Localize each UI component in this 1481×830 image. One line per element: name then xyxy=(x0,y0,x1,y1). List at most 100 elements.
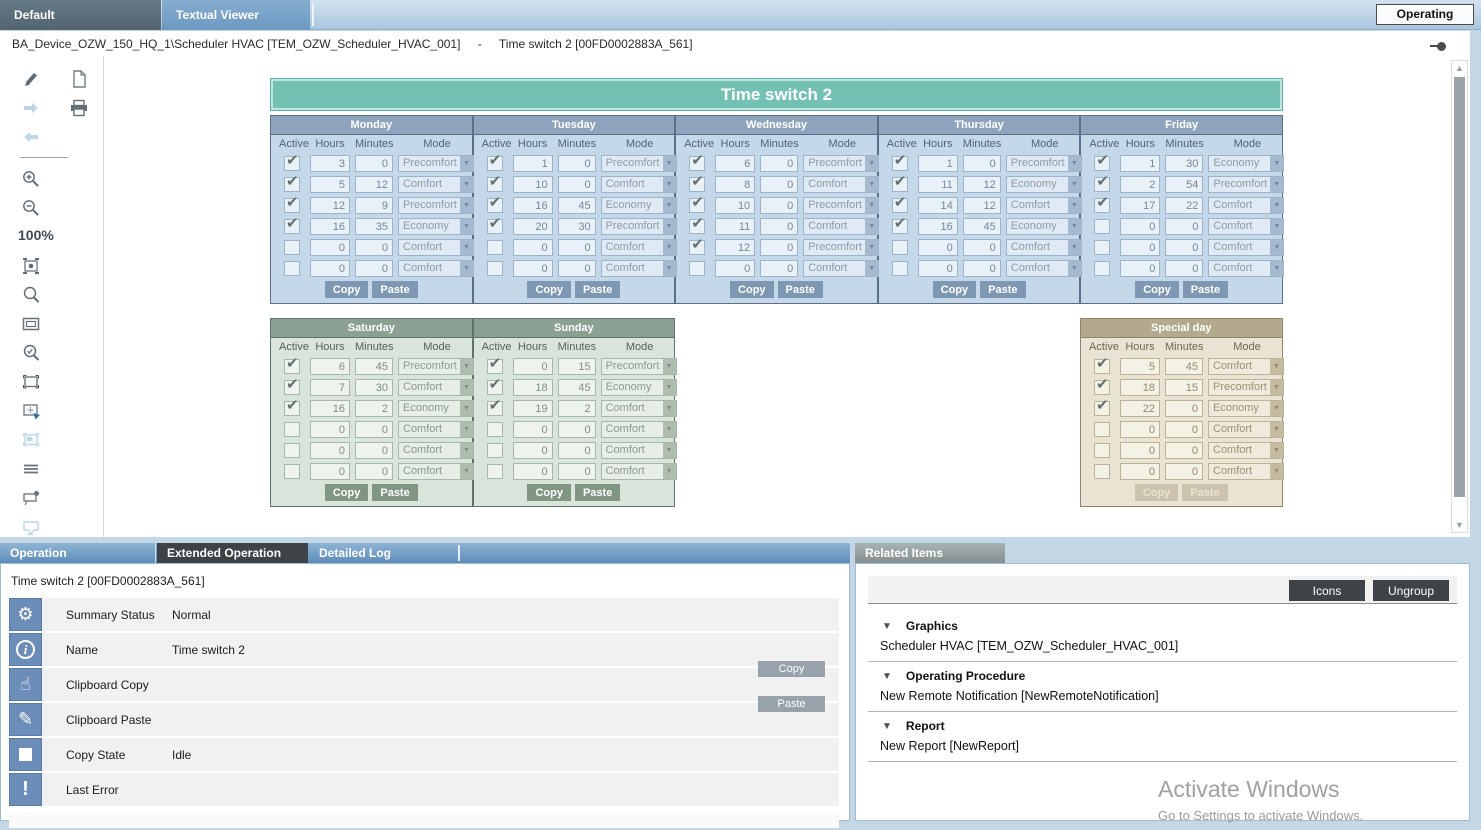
active-checkbox[interactable]: ✔ xyxy=(487,156,503,171)
hours-input[interactable] xyxy=(310,421,350,438)
section-header[interactable]: ▼ Report xyxy=(868,712,1457,738)
related-item-link[interactable]: New Remote Notification [NewRemoteNotifi… xyxy=(868,688,1457,712)
hours-input[interactable] xyxy=(918,176,958,193)
hours-input[interactable] xyxy=(513,239,553,256)
print-icon[interactable] xyxy=(68,97,90,119)
active-checkbox[interactable]: ✔ xyxy=(284,359,300,374)
active-checkbox[interactable]: ✔ xyxy=(1094,240,1110,255)
minutes-input[interactable] xyxy=(558,239,596,256)
active-checkbox[interactable]: ✔ xyxy=(1094,443,1110,458)
hours-input[interactable] xyxy=(1120,379,1160,396)
active-checkbox[interactable]: ✔ xyxy=(689,156,705,171)
active-checkbox[interactable]: ✔ xyxy=(689,261,705,276)
hours-input[interactable] xyxy=(513,400,553,417)
paste-button[interactable]: Paste xyxy=(778,281,823,298)
active-checkbox[interactable]: ✔ xyxy=(284,422,300,437)
copy-button[interactable]: Copy xyxy=(730,281,774,298)
active-checkbox[interactable]: ✔ xyxy=(284,380,300,395)
hours-input[interactable] xyxy=(513,218,553,235)
minutes-input[interactable] xyxy=(558,442,596,459)
minutes-input[interactable] xyxy=(558,197,596,214)
hours-input[interactable] xyxy=(918,239,958,256)
active-checkbox[interactable]: ✔ xyxy=(689,240,705,255)
mode-select[interactable]: Comfort ▼ xyxy=(803,218,879,235)
mode-select[interactable]: Comfort ▼ xyxy=(1208,358,1284,375)
hours-input[interactable] xyxy=(513,358,553,375)
minutes-input[interactable] xyxy=(963,260,1001,277)
zoom-out-icon[interactable] xyxy=(20,197,42,219)
mode-select[interactable]: Precomfort ▼ xyxy=(601,358,677,375)
active-checkbox[interactable]: ✔ xyxy=(284,156,300,171)
scroll-down-icon[interactable]: ▼ xyxy=(1452,518,1467,532)
tab-default[interactable]: Default xyxy=(0,0,161,30)
tab-operation[interactable]: Operation xyxy=(0,543,156,563)
mode-select[interactable]: Precomfort ▼ xyxy=(398,155,474,172)
paste-action-button[interactable]: Paste xyxy=(758,696,825,712)
mode-select[interactable]: Comfort ▼ xyxy=(1006,239,1082,256)
hours-input[interactable] xyxy=(1120,239,1160,256)
active-checkbox[interactable]: ✔ xyxy=(487,261,503,276)
related-item-link[interactable]: Scheduler HVAC [TEM_OZW_Scheduler_HVAC_0… xyxy=(868,638,1457,662)
mode-select[interactable]: Comfort ▼ xyxy=(601,260,677,277)
mode-select[interactable]: Economy ▼ xyxy=(1006,218,1082,235)
section-header[interactable]: ▼ Graphics xyxy=(868,612,1457,638)
minutes-input[interactable] xyxy=(558,358,596,375)
minutes-input[interactable] xyxy=(760,176,798,193)
tab-related-items[interactable]: Related Items xyxy=(855,543,1005,563)
minutes-input[interactable] xyxy=(558,176,596,193)
active-checkbox[interactable]: ✔ xyxy=(284,464,300,479)
mode-select[interactable]: Precomfort ▼ xyxy=(1006,155,1082,172)
paste-button[interactable]: Paste xyxy=(980,281,1025,298)
mode-select[interactable]: Comfort ▼ xyxy=(398,260,474,277)
minutes-input[interactable] xyxy=(760,155,798,172)
active-checkbox[interactable]: ✔ xyxy=(1094,198,1110,213)
mode-select[interactable]: Precomfort ▼ xyxy=(398,358,474,375)
minutes-input[interactable] xyxy=(558,155,596,172)
mode-select[interactable]: Comfort ▼ xyxy=(398,463,474,480)
hours-input[interactable] xyxy=(310,218,350,235)
minutes-input[interactable] xyxy=(558,421,596,438)
operating-button[interactable]: Operating xyxy=(1376,4,1474,25)
active-checkbox[interactable]: ✔ xyxy=(284,240,300,255)
mode-select[interactable]: Comfort ▼ xyxy=(398,442,474,459)
minutes-input[interactable] xyxy=(558,260,596,277)
hours-input[interactable] xyxy=(1120,218,1160,235)
mode-select[interactable]: Economy ▼ xyxy=(601,197,677,214)
window-icon[interactable] xyxy=(20,313,42,335)
minutes-input[interactable] xyxy=(558,218,596,235)
hours-input[interactable] xyxy=(715,239,755,256)
mode-select[interactable]: Comfort ▼ xyxy=(803,176,879,193)
mode-select[interactable]: Comfort ▼ xyxy=(601,463,677,480)
mode-select[interactable]: Economy ▼ xyxy=(1006,176,1082,193)
minutes-input[interactable] xyxy=(1165,218,1203,235)
minutes-input[interactable] xyxy=(760,260,798,277)
zoom-in-icon[interactable] xyxy=(20,168,42,190)
active-checkbox[interactable]: ✔ xyxy=(1094,359,1110,374)
minutes-input[interactable] xyxy=(963,155,1001,172)
scrollbar-thumb[interactable] xyxy=(1454,77,1465,497)
active-checkbox[interactable]: ✔ xyxy=(487,177,503,192)
active-checkbox[interactable]: ✔ xyxy=(284,443,300,458)
minutes-input[interactable] xyxy=(760,239,798,256)
active-checkbox[interactable]: ✔ xyxy=(1094,261,1110,276)
hours-input[interactable] xyxy=(513,463,553,480)
hours-input[interactable] xyxy=(715,176,755,193)
hours-input[interactable] xyxy=(1120,400,1160,417)
mode-select[interactable]: Comfort ▼ xyxy=(1208,197,1284,214)
hours-input[interactable] xyxy=(310,400,350,417)
hours-input[interactable] xyxy=(1120,176,1160,193)
hours-input[interactable] xyxy=(310,155,350,172)
hours-input[interactable] xyxy=(715,260,755,277)
active-checkbox[interactable]: ✔ xyxy=(487,219,503,234)
pan-view-icon[interactable] xyxy=(20,400,42,422)
mode-select[interactable]: Comfort ▼ xyxy=(1208,421,1284,438)
active-checkbox[interactable]: ✔ xyxy=(284,177,300,192)
active-checkbox[interactable]: ✔ xyxy=(487,464,503,479)
hours-input[interactable] xyxy=(715,197,755,214)
hours-input[interactable] xyxy=(715,218,755,235)
minutes-input[interactable] xyxy=(1165,379,1203,396)
active-checkbox[interactable]: ✔ xyxy=(487,443,503,458)
mode-select[interactable]: Comfort ▼ xyxy=(803,260,879,277)
mode-select[interactable]: Economy ▼ xyxy=(398,400,474,417)
hours-input[interactable] xyxy=(310,442,350,459)
